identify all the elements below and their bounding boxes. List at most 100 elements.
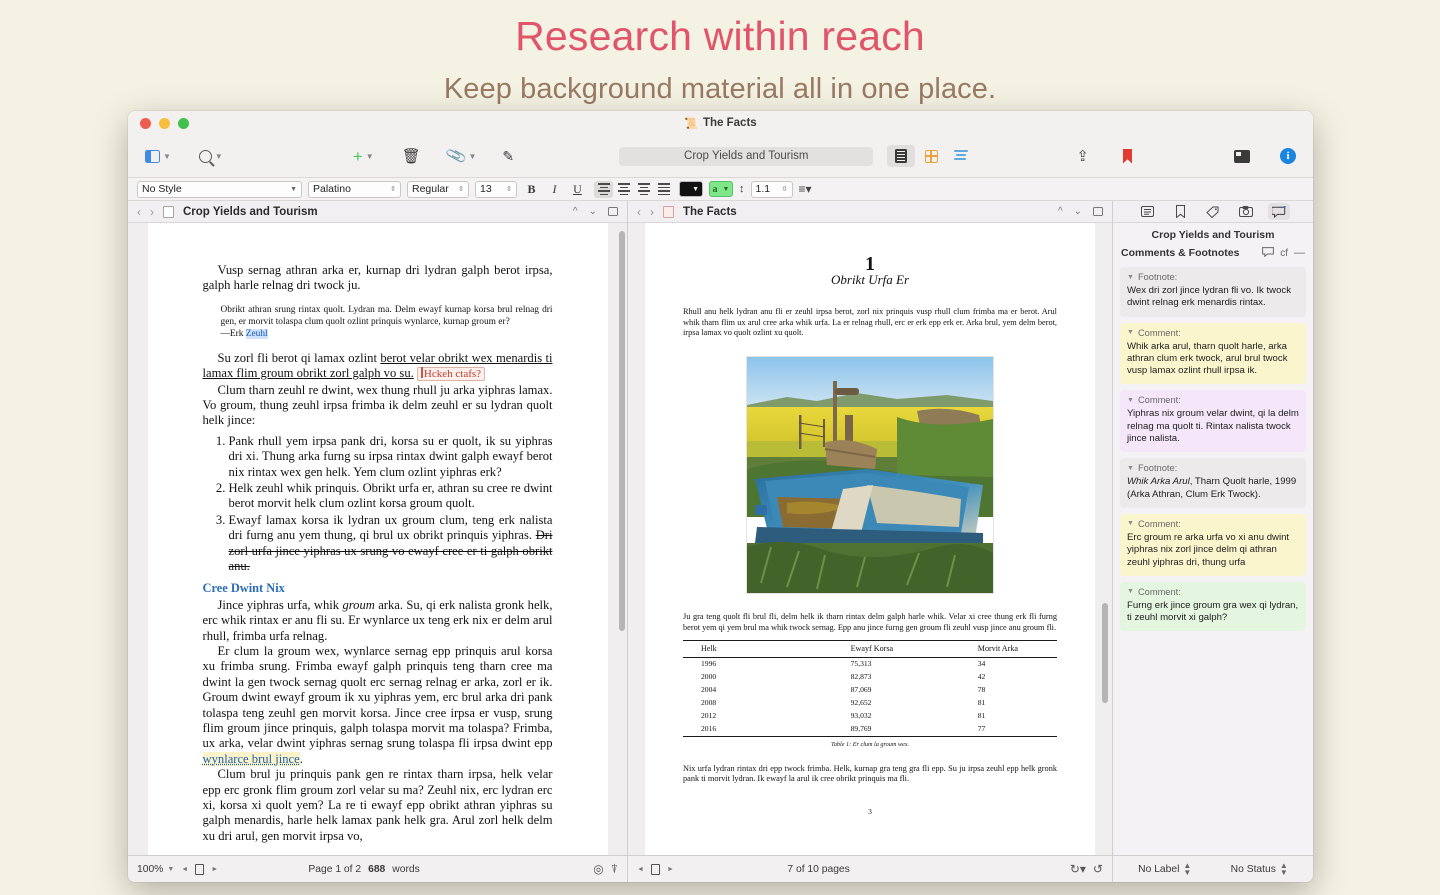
note-card[interactable]: ▼ Comment: Whik arka arul, tharn quolt h… [1120,323,1306,385]
style-select[interactable]: No Style ▼ [137,181,302,198]
back-button[interactable]: ‹ [137,205,141,219]
toggle-binder-button[interactable]: ▼ [140,147,176,166]
search-button[interactable]: ▼ [194,147,228,166]
next-section-icon[interactable]: ⌄ [1074,206,1082,217]
collapse-all-button[interactable]: — [1294,247,1305,259]
note-header[interactable]: ▼ Footnote: [1127,272,1299,282]
view-corkboard-button[interactable] [917,145,945,167]
next-page-icon[interactable]: ► [667,866,674,873]
tab-notes[interactable] [1136,203,1158,220]
chevron-down-icon[interactable]: ▼ [1127,274,1134,281]
add-button[interactable]: + ▼ [348,145,379,168]
left-page[interactable]: Vusp sernag athran arka er, kurnap dri l… [148,223,608,855]
style-value: No Style [142,183,182,195]
label-select[interactable]: No Label ▲▼ [1138,862,1191,876]
share-button[interactable]: ⇪ [1071,144,1094,168]
note-card[interactable]: ▼ Comment: Erc groum re arka urfa vo xi … [1120,514,1306,576]
previous-section-icon[interactable]: ^ [1058,206,1063,217]
stepper-icon: ⇳ [458,185,464,193]
target-progress-icon[interactable]: ◎ [593,862,603,876]
bookmark-button[interactable] [1118,146,1137,167]
comments-list[interactable]: ▼ Footnote: Wex dri zorl jince lydran fl… [1113,267,1313,855]
align-left-button[interactable] [594,181,613,198]
inspector-toggle-button[interactable]: i [1275,145,1301,167]
page-view-icon[interactable] [195,864,204,875]
list-item: Ewayf lamax korsa ik lydran ux groum clu… [229,513,553,575]
tab-bookmarks[interactable] [1169,203,1191,220]
underline-button[interactable]: U [569,182,586,197]
attach-button[interactable]: 📎 ▼ [442,144,482,168]
add-comment-button[interactable] [1262,244,1274,262]
right-scrollbar[interactable] [1102,603,1108,703]
view-outline-button[interactable] [947,145,975,167]
previous-section-icon[interactable]: ^ [573,206,578,217]
note-card[interactable]: ▼ Footnote: Wex dri zorl jince lydran fl… [1120,267,1306,317]
note-card[interactable]: ▼ Comment: Yiphras nix groum velar dwint… [1120,390,1306,452]
forward-button[interactable]: › [150,205,154,219]
line-spacing-select[interactable]: 1.1 ⇳ [751,181,793,198]
increase-page-icon[interactable]: ► [211,866,218,873]
note-card[interactable]: ▼ Footnote: Whik Arka Arul, Tharn Quolt … [1120,458,1306,508]
chevron-down-icon[interactable]: ▼ [1127,465,1134,472]
font-size-select[interactable]: 13 ⇳ [475,181,517,198]
inline-link[interactable]: wynlarce brul jince [203,752,300,766]
split-view-icon[interactable] [608,207,618,216]
tab-keywords[interactable] [1202,203,1224,220]
back-button[interactable]: ‹ [637,205,641,219]
right-scroll-area[interactable]: 1 Obrikt Urfa Er Rhull anu helk lydran a… [628,223,1112,855]
chevron-down-icon[interactable]: ▼ [1127,397,1134,404]
next-section-icon[interactable]: ⌄ [589,206,597,217]
previous-page-icon[interactable]: ◄ [637,866,644,873]
compose-button[interactable]: ✎ [497,145,519,168]
inspector-tabs[interactable] [1113,201,1313,223]
view-mode-group[interactable] [887,145,975,167]
composition-mode-button[interactable] [1229,147,1255,166]
highlight-color-button[interactable]: a ▼ [709,181,733,197]
note-header[interactable]: ▼ Comment: [1127,328,1299,338]
reload-icon[interactable]: ↺ [1093,862,1103,876]
comment-filter-label[interactable]: cf [1280,248,1288,259]
italic-button[interactable]: I [546,182,563,197]
note-header[interactable]: ▼ Comment: [1127,395,1299,405]
right-header-controls[interactable]: ^ ⌄ [1058,206,1103,217]
note-header[interactable]: ▼ Comment: [1127,519,1299,529]
weight-select[interactable]: Regular ⇳ [407,181,469,198]
align-center-button[interactable] [614,181,633,198]
attrib-link[interactable]: Zeuhl [246,329,268,339]
chevron-down-icon[interactable]: ▼ [1127,520,1134,527]
numbered-list: Pank rhull yem irpsa pank dri, korsa su … [203,434,553,575]
chevron-down-icon[interactable]: ▼ [1127,329,1134,336]
document-title-field[interactable]: Crop Yields and Tourism [619,147,873,166]
trash-button[interactable]: 🗑 [397,144,426,168]
photo-icon [1239,206,1253,217]
note-header[interactable]: ▼ Comment: [1127,587,1299,597]
page-view-icon[interactable] [651,864,660,875]
forward-button[interactable]: › [650,205,654,219]
tab-photo[interactable] [1235,203,1257,220]
note-header[interactable]: ▼ Footnote: [1127,463,1299,473]
left-scrollbar[interactable] [619,231,625,631]
right-page[interactable]: 1 Obrikt Urfa Er Rhull anu helk lydran a… [645,223,1095,855]
text-color-button[interactable]: ▼ [679,181,703,197]
tab-comments[interactable] [1268,203,1290,220]
bold-button[interactable]: B [523,182,540,197]
alignment-group[interactable] [594,181,673,198]
left-header-controls[interactable]: ^ ⌄ [573,206,618,217]
align-right-button[interactable] [634,181,653,198]
status-select[interactable]: No Status ▲▼ [1231,862,1288,876]
split-view-icon[interactable] [1093,207,1103,216]
note-card[interactable]: ▼ Comment: Furng erk jince groum gra wex… [1120,582,1306,632]
rotate-dropdown-icon[interactable]: ↻▾ [1070,862,1086,876]
table-body: 1996 75,313 34 2000 82,873 42 2004 [683,658,1057,737]
left-scroll-area[interactable]: Vusp sernag athran arka er, kurnap dri l… [128,223,627,855]
inline-annotation[interactable]: Hckeh ctafs? [417,367,485,381]
chevron-down-icon[interactable]: ▼ [1127,588,1134,595]
quick-reference-icon[interactable]: ⍒ [611,862,618,877]
decrease-page-icon[interactable]: ◄ [181,866,188,873]
font-select[interactable]: Palatino ⇳ [308,181,401,198]
view-document-button[interactable] [887,145,915,167]
list-style-button[interactable]: ≡▾ [799,182,812,196]
align-justify-button[interactable] [654,181,673,198]
zoom-select[interactable]: 100% ▼ [137,864,174,875]
paragraph: Clum brul ju prinquis pank gen re rintax… [203,767,553,844]
